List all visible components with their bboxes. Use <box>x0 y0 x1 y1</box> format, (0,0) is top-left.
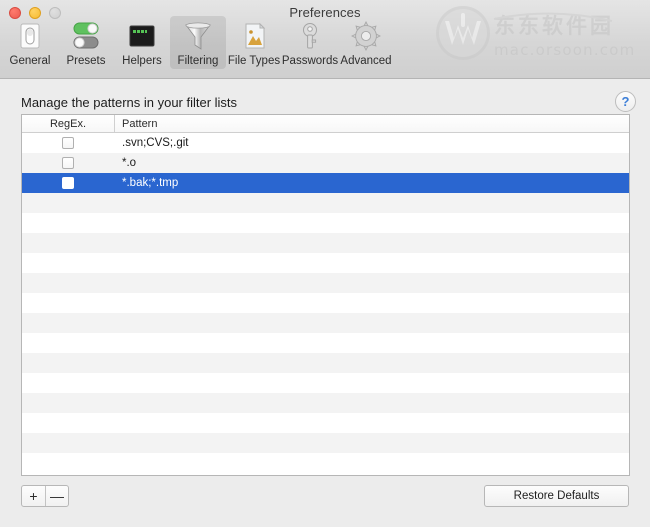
table-header-row: RegEx. Pattern <box>22 115 629 133</box>
regex-cell <box>22 137 114 149</box>
document-image-icon <box>234 19 274 53</box>
add-remove-segmented-control: + — <box>21 485 69 507</box>
toolbar-item-passwords-label: Passwords <box>282 55 338 67</box>
empty-table-row[interactable] <box>22 413 629 433</box>
regex-cell <box>22 177 114 189</box>
traffic-light-group <box>9 7 61 19</box>
table-row[interactable]: .svn;CVS;.git <box>22 133 629 153</box>
toolbar-item-presets[interactable]: Presets <box>58 16 114 69</box>
restore-defaults-button[interactable]: Restore Defaults <box>484 485 629 507</box>
close-button[interactable] <box>9 7 21 19</box>
pattern-cell: .svn;CVS;.git <box>114 137 629 149</box>
title-bar: Preferences 东东软件园 mac.orsoon.com <box>0 0 650 79</box>
toolbar-item-file-types-label: File Types <box>228 55 280 67</box>
svg-text:mac.orsoon.com: mac.orsoon.com <box>494 41 635 59</box>
zoom-button[interactable] <box>49 7 61 19</box>
empty-table-row[interactable] <box>22 433 629 453</box>
column-header-regex[interactable]: RegEx. <box>22 115 114 132</box>
toolbar-item-advanced[interactable]: Advanced <box>338 16 394 69</box>
toolbar-item-presets-label: Presets <box>67 55 106 67</box>
empty-rows-area <box>22 193 629 473</box>
preferences-window: Preferences 东东软件园 mac.orsoon.com <box>0 0 650 527</box>
table-body: .svn;CVS;.git *.o *.bak;*.tmp <box>22 133 629 473</box>
remove-pattern-button[interactable]: — <box>45 486 68 506</box>
empty-table-row[interactable] <box>22 253 629 273</box>
pattern-cell: *.bak;*.tmp <box>114 177 629 189</box>
filtering-pane: Manage the patterns in your filter lists… <box>0 79 650 527</box>
empty-table-row[interactable] <box>22 453 629 473</box>
gear-icon <box>346 19 386 53</box>
toolbar-item-filtering[interactable]: Filtering <box>170 16 226 69</box>
preferences-toolbar: General Presets <box>2 16 394 69</box>
empty-table-row[interactable] <box>22 293 629 313</box>
empty-table-row[interactable] <box>22 233 629 253</box>
key-icon <box>290 19 330 53</box>
empty-table-row[interactable] <box>22 373 629 393</box>
regex-cell <box>22 157 114 169</box>
toolbar-item-general-label: General <box>10 55 51 67</box>
empty-table-row[interactable] <box>22 313 629 333</box>
funnel-icon <box>178 19 218 53</box>
add-pattern-button[interactable]: + <box>22 486 45 506</box>
table-row[interactable]: *.o <box>22 153 629 173</box>
toggle-switches-icon <box>66 19 106 53</box>
patterns-table: RegEx. Pattern .svn;CVS;.git *.o <box>21 114 630 476</box>
empty-table-row[interactable] <box>22 273 629 293</box>
light-switch-icon <box>10 19 50 53</box>
pattern-cell: *.o <box>114 157 629 169</box>
column-header-pattern[interactable]: Pattern <box>114 115 629 132</box>
empty-table-row[interactable] <box>22 393 629 413</box>
regex-checkbox[interactable] <box>62 177 74 189</box>
toolbar-item-advanced-label: Advanced <box>340 55 391 67</box>
empty-table-row[interactable] <box>22 333 629 353</box>
empty-table-row[interactable] <box>22 193 629 213</box>
toolbar-item-passwords[interactable]: Passwords <box>282 16 338 69</box>
page-title: Manage the patterns in your filter lists <box>21 95 237 110</box>
toolbar-item-helpers[interactable]: Helpers <box>114 16 170 69</box>
empty-table-row[interactable] <box>22 353 629 373</box>
toolbar-item-file-types[interactable]: File Types <box>226 16 282 69</box>
table-row-selected[interactable]: *.bak;*.tmp <box>22 173 629 193</box>
toolbar-item-general[interactable]: General <box>2 16 58 69</box>
toolbar-item-filtering-label: Filtering <box>178 55 219 67</box>
regex-checkbox[interactable] <box>62 157 74 169</box>
minimize-button[interactable] <box>29 7 41 19</box>
toolbar-item-helpers-label: Helpers <box>122 55 162 67</box>
help-icon[interactable]: ? <box>615 91 636 112</box>
empty-table-row[interactable] <box>22 213 629 233</box>
regex-checkbox[interactable] <box>62 137 74 149</box>
terminal-screen-icon <box>122 19 162 53</box>
